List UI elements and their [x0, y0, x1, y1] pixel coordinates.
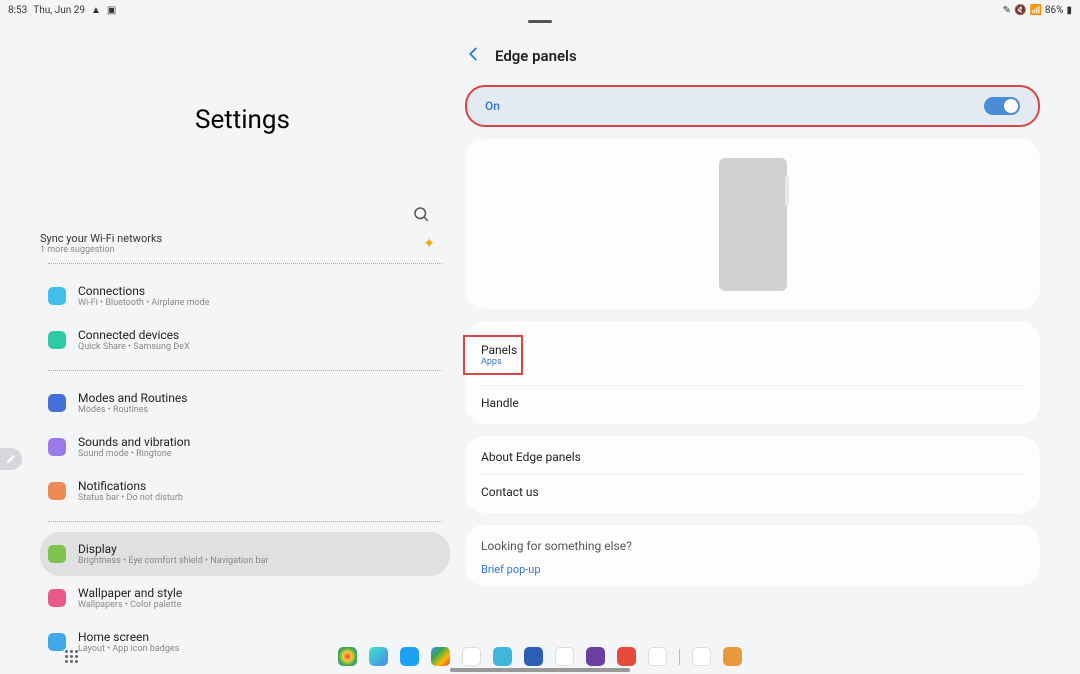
dock-dex-icon[interactable]: [723, 647, 742, 666]
looking-label: Looking for something else?: [481, 529, 1024, 563]
sparkle-icon: ✦: [423, 236, 435, 252]
menu-item-icon: [48, 482, 66, 500]
dock-twitter-icon[interactable]: [400, 647, 419, 666]
menu-item-icon: [48, 438, 66, 456]
contact-row[interactable]: Contact us: [481, 474, 1024, 509]
menu-item-title: Modes and Routines: [78, 391, 187, 405]
wifi-icon: 📶: [1029, 5, 1041, 16]
dock-app4-icon[interactable]: [586, 647, 605, 666]
contact-title: Contact us: [481, 485, 1024, 499]
warning-icon: ▲: [91, 5, 101, 16]
dock-app5-icon[interactable]: [617, 647, 636, 666]
back-button[interactable]: [465, 45, 483, 67]
settings-title: Settings: [195, 105, 450, 135]
about-title: About Edge panels: [481, 450, 1024, 464]
menu-item-title: Connected devices: [78, 328, 190, 342]
dock-app6-icon[interactable]: [648, 647, 667, 666]
panels-title: Panels: [481, 343, 521, 357]
dock-slack-icon[interactable]: [462, 647, 481, 666]
toggle-switch[interactable]: [984, 97, 1020, 115]
sidebar-item-connections[interactable]: Connections Wi-Fi • Bluetooth • Airplane…: [40, 274, 450, 318]
top-handle-indicator[interactable]: [528, 20, 552, 23]
menu-item-sub: Sound mode • Ringtone: [78, 449, 190, 459]
dock-app3-icon[interactable]: [555, 647, 574, 666]
menu-item-icon: [48, 287, 66, 305]
edge-panels-toggle-card[interactable]: On: [465, 85, 1040, 127]
menu-item-title: Sounds and vibration: [78, 435, 190, 449]
settings-sidebar: Settings Sync your Wi-Fi networks 1 more…: [0, 20, 450, 634]
menu-item-sub: Wallpapers • Color palette: [78, 600, 182, 610]
status-date: Thu, Jun 29: [33, 5, 85, 16]
about-row[interactable]: About Edge panels: [481, 440, 1024, 474]
toggle-label: On: [485, 99, 500, 113]
sidebar-item-wallpaper-and-style[interactable]: Wallpaper and style Wallpapers • Color p…: [40, 576, 450, 620]
sync-sub: 1 more suggestion: [40, 245, 162, 255]
detail-panel: Edge panels On Panels Apps Handle: [450, 20, 1080, 634]
dock-play-icon[interactable]: [431, 647, 450, 666]
navigation-handle[interactable]: [450, 668, 630, 672]
handle-row[interactable]: Handle: [481, 385, 1024, 420]
sync-suggestion[interactable]: Sync your Wi-Fi networks 1 more suggesti…: [40, 232, 450, 255]
dock-browser-icon[interactable]: [369, 647, 388, 666]
photo-icon: ▣: [107, 5, 116, 16]
dock-chrome-icon[interactable]: [338, 647, 357, 666]
menu-item-sub: Brightness • Eye comfort shield • Naviga…: [78, 556, 269, 566]
battery-icon: ▮: [1066, 5, 1072, 16]
pen-icon: ✎: [1003, 5, 1011, 16]
highlight-box: Panels Apps: [463, 335, 523, 375]
sidebar-item-connected-devices[interactable]: Connected devices Quick Share • Samsung …: [40, 318, 450, 362]
app-drawer-icon[interactable]: [65, 650, 78, 663]
preview-card: [465, 139, 1040, 309]
menu-item-title: Connections: [78, 284, 209, 298]
sidebar-item-notifications[interactable]: Notifications Status bar • Do not distur…: [40, 469, 450, 513]
dock-app2-icon[interactable]: [524, 647, 543, 666]
divider: [48, 521, 442, 522]
menu-item-icon: [48, 545, 66, 563]
status-bar: 8:53 Thu, Jun 29 ▲ ▣ ✎ 🔇 📶 86% ▮: [0, 0, 1080, 20]
preview-handle: [785, 176, 789, 206]
sidebar-item-sounds-and-vibration[interactable]: Sounds and vibration Sound mode • Ringto…: [40, 425, 450, 469]
menu-item-icon: [48, 589, 66, 607]
menu-item-sub: Quick Share • Samsung DeX: [78, 342, 190, 352]
panels-sub: Apps: [481, 357, 521, 367]
panels-row[interactable]: Panels Apps: [481, 325, 1024, 385]
panel-preview[interactable]: [719, 158, 787, 291]
search-icon[interactable]: [412, 205, 430, 227]
menu-item-icon: [48, 331, 66, 349]
dock: [0, 647, 1080, 666]
page-title: Edge panels: [495, 47, 577, 65]
menu-item-icon: [48, 394, 66, 412]
settings-menu: Connections Wi-Fi • Bluetooth • Airplane…: [40, 274, 450, 664]
divider: [48, 370, 442, 371]
status-time: 8:53: [8, 5, 27, 16]
menu-item-sub: Modes • Routines: [78, 405, 187, 415]
menu-item-title: Notifications: [78, 479, 183, 493]
mute-icon: 🔇: [1014, 5, 1026, 16]
dock-separator: [679, 649, 680, 665]
sidebar-item-display[interactable]: Display Brightness • Eye comfort shield …: [40, 532, 450, 576]
floating-edit-button[interactable]: [0, 448, 22, 470]
sync-title: Sync your Wi-Fi networks: [40, 232, 162, 245]
menu-item-title: Home screen: [78, 630, 179, 644]
menu-item-title: Wallpaper and style: [78, 586, 182, 600]
brief-popup-link[interactable]: Brief pop-up: [481, 563, 1024, 576]
sidebar-item-modes-and-routines[interactable]: Modes and Routines Modes • Routines: [40, 381, 450, 425]
dock-app-icon[interactable]: [493, 647, 512, 666]
dock-photos-icon[interactable]: [692, 647, 711, 666]
menu-item-title: Display: [78, 542, 269, 556]
menu-item-sub: Status bar • Do not disturb: [78, 493, 183, 503]
battery-percent: 86%: [1045, 5, 1064, 16]
divider: [48, 263, 442, 264]
menu-item-sub: Wi-Fi • Bluetooth • Airplane mode: [78, 298, 209, 308]
handle-title: Handle: [481, 396, 1024, 410]
